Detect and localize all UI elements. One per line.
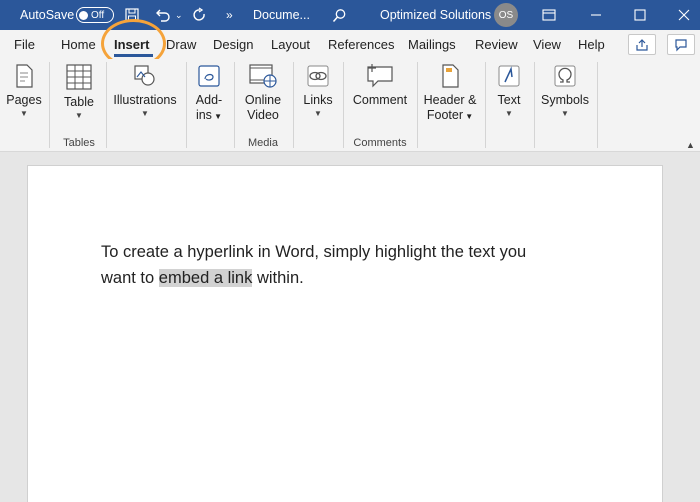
comments-button[interactable] bbox=[667, 34, 695, 55]
share-icon bbox=[636, 38, 648, 51]
online-video-icon bbox=[249, 64, 277, 88]
illustrations-label: Illustrations bbox=[113, 93, 177, 107]
paragraph-line-1: To create a hyperlink in Word, simply hi… bbox=[101, 243, 527, 261]
close-icon[interactable] bbox=[678, 0, 690, 30]
tab-review[interactable]: Review bbox=[475, 30, 518, 59]
autosave-label: AutoSave bbox=[20, 8, 75, 22]
add-ins-label-line1: Add- bbox=[195, 93, 223, 107]
autosave-state: Off bbox=[91, 9, 105, 21]
ribbon-separator bbox=[343, 62, 344, 148]
more-commands-icon[interactable]: » bbox=[226, 0, 233, 30]
account-avatar[interactable]: OS bbox=[494, 0, 518, 30]
search-icon[interactable] bbox=[332, 0, 347, 30]
text-box-icon bbox=[498, 65, 520, 87]
document-canvas: To create a hyperlink in Word, simply hi… bbox=[0, 152, 700, 502]
group-label-tables: Tables bbox=[63, 137, 95, 149]
pages-label: Pages bbox=[6, 93, 42, 107]
autosave-toggle[interactable]: Off bbox=[76, 0, 114, 30]
table-icon bbox=[66, 64, 92, 90]
minimize-icon[interactable] bbox=[590, 0, 602, 30]
chevron-down-icon: ▼ bbox=[463, 112, 474, 121]
title-bar: AutoSave Off ⌄ » Docume... Optimized Sol… bbox=[0, 0, 700, 30]
ribbon-separator bbox=[293, 62, 294, 148]
ribbon-separator bbox=[485, 62, 486, 148]
document-name[interactable]: Docume... bbox=[253, 0, 310, 30]
ribbon-display-options-icon[interactable] bbox=[542, 0, 556, 30]
online-video-label-line1: Online bbox=[244, 93, 282, 107]
illustrations-icon bbox=[134, 65, 155, 86]
word-window: AutoSave Off ⌄ » Docume... Optimized Sol… bbox=[0, 0, 700, 502]
chevron-down-icon: ▼ bbox=[141, 109, 149, 118]
new-comment-icon bbox=[367, 64, 393, 88]
text-after-selection: within. bbox=[252, 269, 304, 287]
symbols-button[interactable]: Symbols ▼ bbox=[538, 59, 592, 120]
link-icon bbox=[307, 65, 329, 87]
ribbon-separator bbox=[417, 62, 418, 148]
add-ins-button[interactable]: Add- ins ▼ bbox=[190, 59, 228, 124]
pages-button[interactable]: Pages ▼ bbox=[4, 59, 44, 120]
symbols-label: Symbols bbox=[541, 93, 589, 107]
tab-draw[interactable]: Draw bbox=[166, 30, 196, 59]
toggle-knob bbox=[79, 10, 88, 20]
text-before-selection: want to bbox=[101, 269, 159, 287]
text-button[interactable]: Text ▼ bbox=[490, 59, 528, 120]
selected-text[interactable]: embed a link bbox=[158, 269, 253, 287]
chevron-down-icon: ▼ bbox=[211, 112, 223, 121]
paragraph-line-2: want to embed a link within. bbox=[101, 265, 581, 291]
maximize-icon[interactable] bbox=[634, 0, 646, 30]
header-footer-button[interactable]: Header & Footer ▼ bbox=[420, 59, 480, 124]
ribbon-separator bbox=[49, 62, 50, 148]
tab-layout[interactable]: Layout bbox=[271, 30, 310, 59]
tab-view[interactable]: View bbox=[533, 30, 561, 59]
ribbon-separator bbox=[106, 62, 107, 148]
document-page[interactable]: To create a hyperlink in Word, simply hi… bbox=[27, 165, 663, 502]
ribbon-separator bbox=[234, 62, 235, 148]
add-ins-icon bbox=[198, 65, 220, 87]
chevron-down-icon: ▼ bbox=[314, 109, 322, 118]
redo-icon[interactable] bbox=[192, 0, 208, 30]
tab-references[interactable]: References bbox=[328, 30, 394, 59]
table-label: Table bbox=[64, 95, 94, 109]
ribbon-separator bbox=[597, 62, 598, 148]
omega-symbol-icon bbox=[554, 65, 576, 87]
chevron-down-icon: ▼ bbox=[505, 109, 513, 118]
group-label-comments: Comments bbox=[353, 137, 407, 149]
header-footer-label-line2: Footer bbox=[426, 108, 463, 122]
tab-design[interactable]: Design bbox=[213, 30, 253, 59]
pages-icon bbox=[16, 64, 33, 88]
text-label: Text bbox=[497, 93, 521, 107]
header-footer-label-line1: Header & bbox=[423, 93, 477, 107]
ribbon-separator bbox=[186, 62, 187, 148]
chevron-down-icon: ▼ bbox=[20, 109, 28, 118]
tab-mailings[interactable]: Mailings bbox=[408, 30, 456, 59]
online-video-button[interactable]: Online Video bbox=[240, 59, 286, 123]
share-button[interactable] bbox=[628, 34, 656, 55]
chevron-down-icon: ▼ bbox=[561, 109, 569, 118]
add-ins-label-line2: ins bbox=[195, 108, 212, 122]
comment-label: Comment bbox=[352, 93, 408, 107]
illustrations-button[interactable]: Illustrations ▼ bbox=[110, 59, 180, 120]
header-footer-icon bbox=[442, 64, 459, 88]
comment-button[interactable]: Comment bbox=[348, 59, 412, 108]
links-button[interactable]: Links ▼ bbox=[299, 59, 337, 120]
table-button[interactable]: Table ▼ bbox=[58, 59, 100, 122]
online-video-label-line2: Video bbox=[247, 108, 279, 122]
tab-file[interactable]: File bbox=[14, 30, 35, 59]
tab-home[interactable]: Home bbox=[61, 30, 96, 59]
ribbon-separator bbox=[534, 62, 535, 148]
tab-help[interactable]: Help bbox=[578, 30, 605, 59]
document-paragraph[interactable]: To create a hyperlink in Word, simply hi… bbox=[101, 239, 581, 291]
insert-ribbon: Pages ▼ Table ▼ Tables Illustrations ▼ A… bbox=[0, 59, 700, 152]
group-label-media: Media bbox=[248, 137, 278, 149]
chevron-down-icon: ▼ bbox=[75, 111, 83, 120]
comment-icon bbox=[675, 38, 687, 51]
links-label: Links bbox=[303, 93, 333, 107]
undo-dropdown-icon[interactable]: ⌄ bbox=[175, 0, 183, 30]
account-name[interactable]: Optimized Solutions bbox=[380, 0, 491, 30]
collapse-ribbon-icon[interactable]: ▲ bbox=[686, 140, 695, 150]
